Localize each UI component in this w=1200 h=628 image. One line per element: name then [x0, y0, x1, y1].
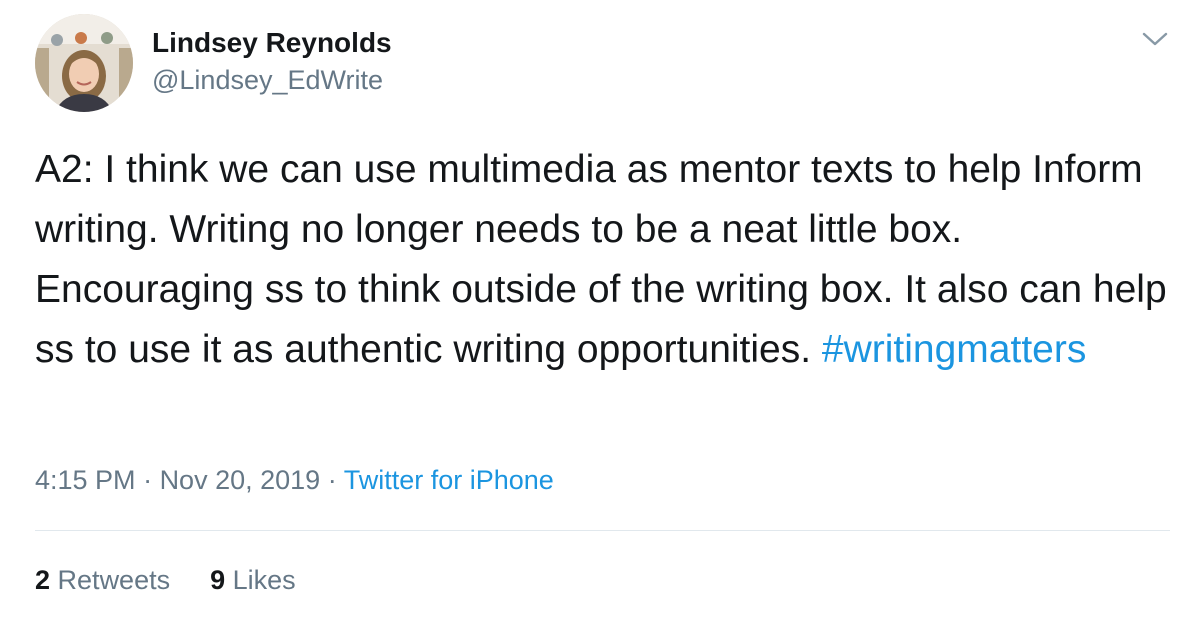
avatar[interactable]	[35, 14, 133, 112]
tweet-date[interactable]: Nov 20, 2019	[160, 465, 321, 495]
likes-stat[interactable]: 9 Likes	[210, 565, 296, 595]
chevron-down-icon[interactable]	[1140, 28, 1170, 50]
meta-separator: ·	[135, 465, 160, 495]
tweet-text: A2: I think we can use multimedia as men…	[35, 140, 1175, 380]
tweet-meta: 4:15 PM · Nov 20, 2019 · Twitter for iPh…	[35, 465, 554, 496]
tweet-time[interactable]: 4:15 PM	[35, 465, 136, 495]
meta-separator: ·	[320, 465, 344, 495]
retweets-count: 2	[35, 565, 51, 595]
retweets-label: Retweets	[57, 565, 171, 595]
tweet-stats: 2 Retweets 9 Likes	[35, 565, 296, 596]
divider	[35, 530, 1170, 531]
likes-label: Likes	[232, 565, 296, 595]
retweets-stat[interactable]: 2 Retweets	[35, 565, 170, 595]
avatar-image	[35, 14, 133, 112]
author-name[interactable]: Lindsey Reynolds	[152, 27, 392, 59]
author-handle[interactable]: @Lindsey_EdWrite	[152, 65, 383, 96]
tweet-source-link[interactable]: Twitter for iPhone	[344, 465, 554, 495]
tweet-card: Lindsey Reynolds @Lindsey_EdWrite A2: I …	[0, 0, 1200, 628]
hashtag-link[interactable]: #writingmatters	[822, 328, 1086, 371]
likes-count: 9	[210, 565, 226, 595]
